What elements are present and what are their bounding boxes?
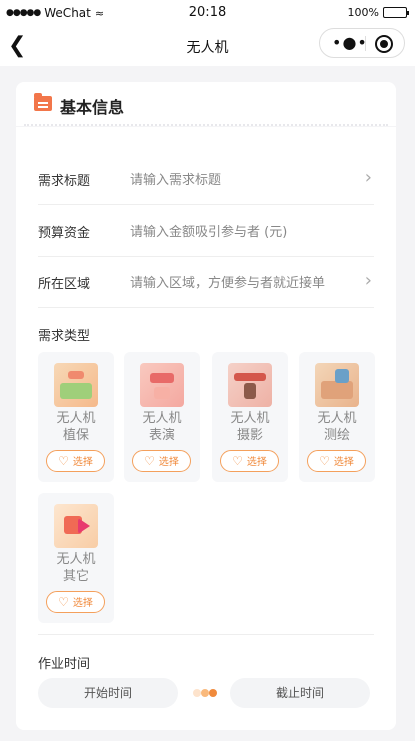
battery-percent: 100% (347, 6, 379, 19)
surveying-image (315, 363, 359, 407)
chevron-right-icon: › (364, 270, 372, 291)
dashed-divider (24, 124, 388, 126)
type-card-crop-protection[interactable]: 无人机 植保 ♡ 选择 (38, 352, 114, 482)
demand-title-input[interactable]: 请输入需求标题 (130, 169, 221, 188)
performance-image (140, 363, 184, 407)
heart-icon: ♡ (319, 454, 330, 468)
field-region[interactable]: 所在区域 请输入区域，方便参与者就近接单 › (38, 256, 374, 308)
budget-input[interactable]: 请输入金额吸引参与者 (元) (130, 221, 287, 240)
basic-info-header: 基本信息 (16, 82, 396, 126)
field-budget[interactable]: 预算资金 请输入金额吸引参与者 (元) (38, 205, 374, 257)
field-demand-title[interactable]: 需求标题 请输入需求标题 › (38, 153, 374, 205)
divider (38, 634, 374, 635)
battery-icon (383, 7, 409, 18)
folder-icon (34, 93, 52, 111)
region-input[interactable]: 请输入区域，方便参与者就近接单 (130, 272, 325, 291)
select-button[interactable]: ♡ 选择 (307, 450, 366, 472)
type-card-other[interactable]: 无人机 其它 ♡ 选择 (38, 493, 114, 623)
demand-type-label: 需求类型 (38, 329, 91, 344)
mini-program-capsule: •●• (319, 28, 405, 58)
chevron-right-icon: › (364, 167, 372, 188)
select-button[interactable]: ♡ 选择 (220, 450, 279, 472)
select-button[interactable]: ♡ 选择 (132, 450, 191, 472)
section-title: 基本信息 (60, 98, 125, 117)
type-card-photography[interactable]: 无人机 摄影 ♡ 选择 (212, 352, 288, 482)
type-card-surveying[interactable]: 无人机 测绘 ♡ 选择 (299, 352, 375, 482)
field-label: 所在区域 (38, 277, 91, 292)
nav-bar: ❮ 无人机 •●• (0, 28, 415, 66)
field-label: 需求标题 (38, 174, 91, 189)
other-image (54, 504, 98, 548)
form-card: 需求标题 请输入需求标题 › 预算资金 请输入金额吸引参与者 (元) 所在区域 … (16, 127, 396, 730)
crop-protection-image (54, 363, 98, 407)
select-button[interactable]: ♡ 选择 (46, 450, 105, 472)
field-label: 预算资金 (38, 226, 91, 241)
photography-image (228, 363, 272, 407)
heart-icon: ♡ (144, 454, 155, 468)
heart-icon: ♡ (58, 595, 69, 609)
range-separator-icon (193, 687, 219, 699)
close-target-icon[interactable] (375, 35, 393, 53)
work-time-label: 作业时间 (38, 657, 91, 672)
heart-icon: ♡ (58, 454, 69, 468)
select-button[interactable]: ♡ 选择 (46, 591, 105, 613)
status-bar: ●●●●● WeChat ≈ 20:18 100% (0, 0, 415, 28)
heart-icon: ♡ (232, 454, 243, 468)
more-icon[interactable]: •●• (332, 35, 368, 51)
type-card-performance[interactable]: 无人机 表演 ♡ 选择 (124, 352, 200, 482)
end-time-button[interactable]: 截止时间 (230, 678, 370, 708)
start-time-button[interactable]: 开始时间 (38, 678, 178, 708)
